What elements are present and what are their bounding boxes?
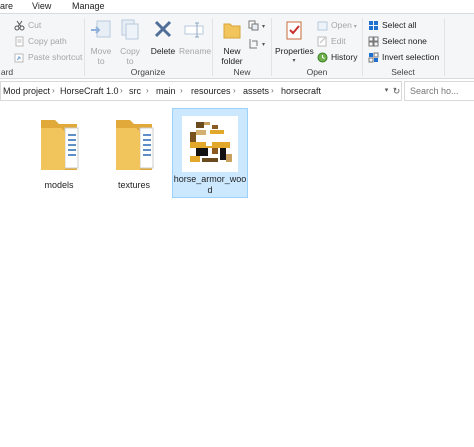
move-to-button[interactable]: Move to xyxy=(89,18,113,66)
image-thumbnail xyxy=(182,116,238,172)
ribbon-tabs: are View Manage xyxy=(0,0,474,14)
breadcrumb-src[interactable]: src xyxy=(129,82,141,100)
history-button[interactable]: History xyxy=(317,50,357,64)
properties-icon xyxy=(282,18,306,44)
select-all-label: Select all xyxy=(382,20,417,30)
folder-icon xyxy=(106,114,162,174)
select-none-label: Select none xyxy=(382,36,427,46)
easy-access-icon xyxy=(248,38,259,49)
rename-icon xyxy=(182,18,206,44)
folder-item-models[interactable]: models xyxy=(22,108,96,191)
rename-button[interactable]: Rename xyxy=(179,18,212,56)
folder-icon xyxy=(31,114,87,174)
file-name: textures xyxy=(117,180,150,190)
tab-share[interactable]: are xyxy=(0,0,20,13)
ribbon-separator xyxy=(444,18,445,76)
edit-icon xyxy=(317,36,328,47)
invert-selection-label: Invert selection xyxy=(382,52,440,62)
organize-group-label: Organize xyxy=(130,67,166,77)
address-bar[interactable]: Mod project › HorseCraft 1.0 › src › mai… xyxy=(0,81,402,101)
breadcrumb-chevron-icon[interactable]: › xyxy=(52,82,55,100)
breadcrumb-main[interactable]: main xyxy=(156,82,176,100)
breadcrumb-chevron-icon[interactable]: › xyxy=(233,82,236,100)
search-box[interactable]: Search ho... xyxy=(404,81,474,101)
history-label: History xyxy=(331,52,358,62)
rename-label: Rename xyxy=(179,46,212,56)
new-folder-button[interactable]: New folder xyxy=(218,18,246,66)
copy-to-icon xyxy=(118,18,142,44)
new-folder-icon xyxy=(220,18,244,44)
select-none-button[interactable]: Select none xyxy=(368,34,427,48)
breadcrumb-chevron-icon[interactable]: › xyxy=(271,82,274,100)
copy-to-label-1: Copy xyxy=(120,46,140,56)
open-button[interactable]: Open ▾ xyxy=(317,18,357,32)
paste-shortcut-button[interactable]: Paste shortcut xyxy=(14,50,82,64)
breadcrumb-chevron-icon[interactable]: › xyxy=(180,82,183,100)
search-input[interactable]: Search ho... xyxy=(410,82,459,100)
breadcrumb-assets[interactable]: assets xyxy=(243,82,269,100)
new-group-label: New xyxy=(233,67,251,77)
properties-button[interactable]: Properties ▾ xyxy=(275,18,314,66)
new-item-dropdown-icon: ▾ xyxy=(262,24,266,30)
move-to-label-1: Move xyxy=(90,46,112,56)
breadcrumb-resources[interactable]: resources xyxy=(191,82,231,100)
file-name: models xyxy=(44,180,74,190)
tab-manage[interactable]: Manage xyxy=(72,0,106,13)
cut-label: Cut xyxy=(28,20,42,30)
invert-selection-button[interactable]: Invert selection xyxy=(368,50,439,64)
copy-to-label-2: to xyxy=(126,56,134,66)
delete-x-icon xyxy=(151,18,175,44)
open-group-label: Open xyxy=(306,67,328,77)
cut-button[interactable]: Cut xyxy=(14,18,41,32)
scissors-icon xyxy=(14,20,25,31)
open-icon xyxy=(317,20,328,31)
select-all-button[interactable]: Select all xyxy=(368,18,417,32)
file-name: horse_armor_wood xyxy=(173,174,247,195)
breadcrumb-chevron-icon[interactable]: › xyxy=(120,82,123,100)
ribbon: Cut Copy path Paste shortcut ard Move to… xyxy=(0,14,474,79)
copy-path-label: Copy path xyxy=(28,36,67,46)
easy-access-button[interactable]: ▾ xyxy=(248,36,265,50)
breadcrumb-mod-project[interactable]: Mod project xyxy=(3,82,50,100)
edit-label: Edit xyxy=(331,36,346,46)
select-all-icon xyxy=(368,20,379,31)
delete-button[interactable]: Delete xyxy=(149,18,177,56)
invert-selection-icon xyxy=(368,52,379,63)
select-group-label: Select xyxy=(391,67,415,77)
breadcrumb-chevron-icon[interactable]: › xyxy=(146,82,149,100)
file-item-horse-armor-wood[interactable]: horse_armor_wood xyxy=(172,108,248,198)
paste-shortcut-icon xyxy=(14,52,25,63)
new-folder-label-1: New xyxy=(223,46,241,56)
properties-label: Properties xyxy=(275,46,314,56)
move-to-icon xyxy=(89,18,113,44)
clipboard-group-label: ard xyxy=(0,67,14,77)
refresh-icon[interactable]: ↻ xyxy=(392,82,401,100)
folder-item-textures[interactable]: textures xyxy=(97,108,171,191)
copy-to-button[interactable]: Copy to xyxy=(118,18,142,66)
breadcrumb-horsecraft[interactable]: HorseCraft 1.0 xyxy=(60,82,119,100)
easy-access-dropdown-icon: ▾ xyxy=(262,42,266,48)
edit-button[interactable]: Edit xyxy=(317,34,346,48)
new-folder-label-2: folder xyxy=(221,56,243,66)
tab-view[interactable]: View xyxy=(32,0,58,13)
copy-path-button[interactable]: Copy path xyxy=(14,34,67,48)
address-dropdown-icon[interactable]: ▾ xyxy=(382,82,391,100)
select-none-icon xyxy=(368,36,379,47)
copy-path-icon xyxy=(14,36,25,47)
properties-dropdown-icon: ▾ xyxy=(292,58,296,64)
move-to-label-2: to xyxy=(97,56,105,66)
open-dropdown-icon: ▾ xyxy=(353,24,357,30)
new-item-icon xyxy=(248,20,259,31)
delete-label: Delete xyxy=(150,46,176,56)
history-icon xyxy=(317,52,328,63)
breadcrumb-horsecraft-folder[interactable]: horsecraft xyxy=(281,82,321,100)
new-item-button[interactable]: ▾ xyxy=(248,18,265,32)
open-label: Open xyxy=(331,20,352,30)
paste-shortcut-label: Paste shortcut xyxy=(28,52,83,62)
